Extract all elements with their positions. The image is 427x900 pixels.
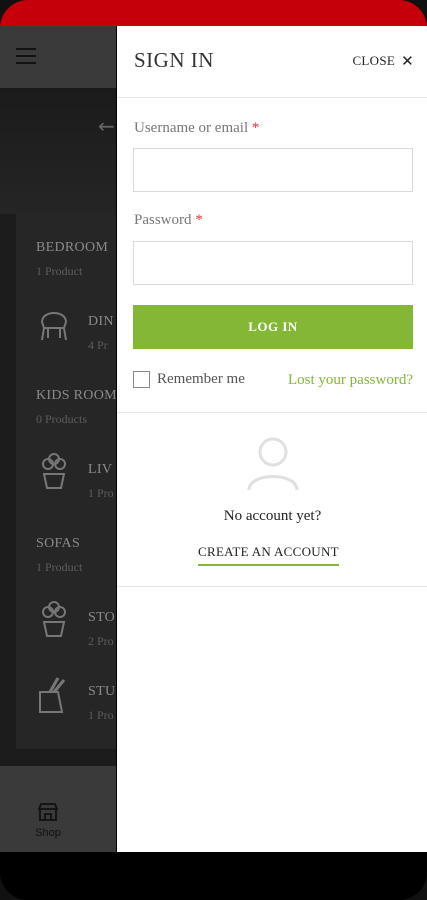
- remember-me-checkbox[interactable]: [133, 371, 150, 388]
- remember-me[interactable]: Remember me: [133, 371, 245, 388]
- close-icon: ✕: [401, 52, 414, 70]
- username-input[interactable]: [133, 148, 413, 192]
- bottom-nav-shop-label: Shop: [35, 827, 61, 839]
- hamburger-menu-icon[interactable]: [16, 48, 36, 64]
- bottom-bezel: [0, 852, 427, 900]
- username-label: Username or email *: [134, 120, 260, 136]
- category-title: STU: [88, 684, 116, 699]
- category-title: BEDROOM: [36, 240, 109, 255]
- divider: [117, 412, 427, 413]
- knife-block-icon: [39, 677, 66, 713]
- back-arrow-icon[interactable]: ←: [98, 114, 115, 138]
- divider: [117, 586, 427, 587]
- device-frame: ← BEDROOM 1 Product DIN 4 Pr KIDS ROOM 0…: [0, 0, 427, 900]
- password-input[interactable]: [133, 241, 413, 285]
- required-mark: *: [251, 120, 260, 136]
- password-label: Password *: [134, 212, 203, 228]
- close-label: CLOSE: [352, 53, 396, 68]
- sign-in-drawer: SIGN IN CLOSE ✕ Username or email * Pass…: [116, 26, 427, 852]
- category-count: 1 Pro: [88, 486, 114, 500]
- category-count: 2 Pro: [88, 634, 114, 648]
- category-title: SOFAS: [36, 536, 81, 551]
- storefront-icon: [37, 803, 59, 821]
- no-account-text: No account yet?: [223, 508, 322, 524]
- plant-pot-icon: [42, 453, 66, 489]
- plant-pot-icon: [42, 601, 66, 637]
- category-title: DIN: [88, 314, 114, 329]
- create-account-link[interactable]: CREATE AN ACCOUNT: [198, 544, 339, 566]
- log-in-button[interactable]: LOG IN: [133, 305, 413, 349]
- category-count: 0 Products: [36, 412, 87, 426]
- category-count: 1 Product: [36, 264, 83, 278]
- chair-icon: [40, 312, 68, 341]
- category-count: 1 Pro: [88, 708, 114, 722]
- lost-password-link[interactable]: Lost your password?: [288, 372, 413, 389]
- status-bar: [0, 0, 427, 26]
- close-button[interactable]: CLOSE ✕: [352, 52, 414, 70]
- category-title: STO: [88, 610, 116, 625]
- drawer-title: SIGN IN: [134, 48, 214, 72]
- user-avatar-icon: [247, 437, 299, 491]
- category-title: LIV: [88, 462, 113, 477]
- remember-me-label: Remember me: [157, 371, 245, 387]
- category-count: 1 Product: [36, 560, 83, 574]
- category-count: 4 Pr: [88, 338, 108, 352]
- category-title: KIDS ROOM: [36, 388, 117, 403]
- bottom-nav-shop[interactable]: Shop: [28, 802, 68, 839]
- drawer-header: SIGN IN CLOSE ✕: [117, 26, 427, 98]
- required-mark: *: [195, 212, 203, 228]
